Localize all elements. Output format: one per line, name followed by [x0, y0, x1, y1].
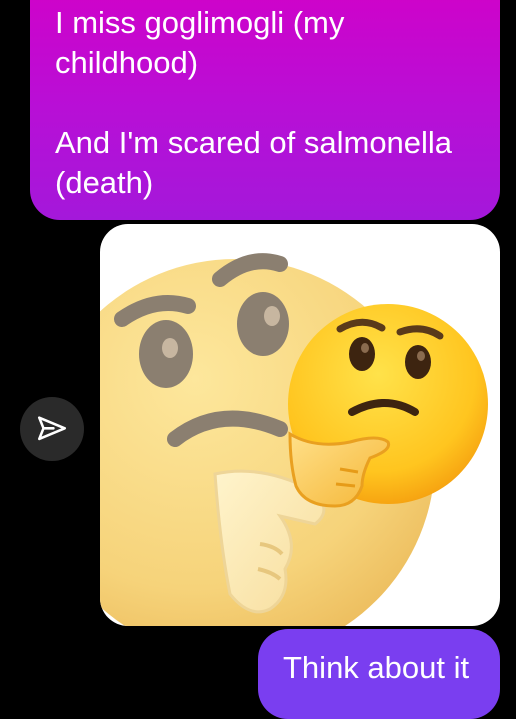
thinking-face-emoji-icon	[100, 253, 488, 626]
message-text: Think about it	[283, 650, 470, 685]
paper-plane-icon	[37, 416, 67, 441]
message-image[interactable]	[100, 224, 500, 626]
message-line: childhood)	[55, 45, 199, 80]
message-line: (death)	[55, 165, 154, 200]
message-line: And I'm scared of salmonella	[55, 125, 453, 160]
share-button[interactable]	[20, 397, 84, 461]
message-line: I miss goglimogli (my	[55, 5, 345, 40]
